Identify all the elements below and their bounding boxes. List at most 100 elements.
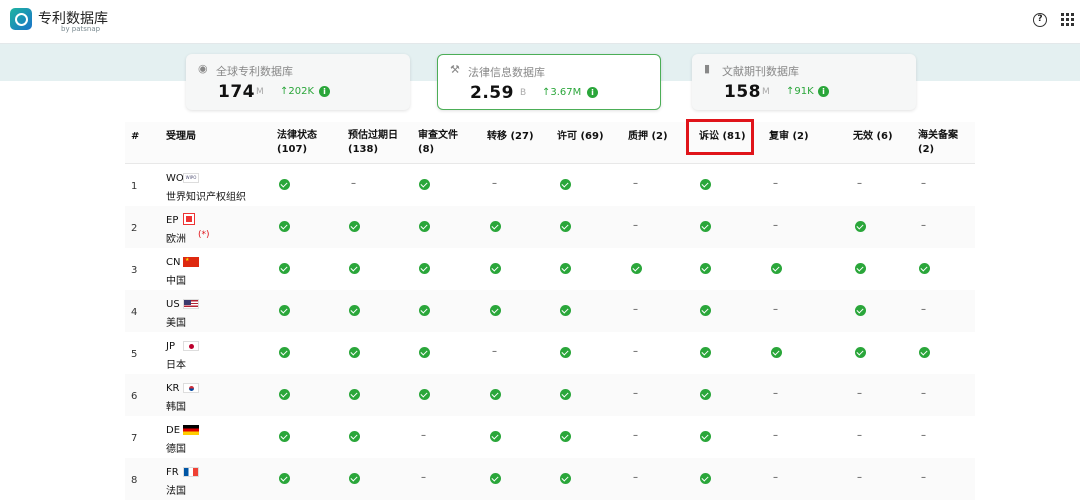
check-icon — [855, 305, 866, 316]
check-icon — [560, 179, 571, 190]
header-col-transfer: 转移 (27) — [487, 130, 534, 144]
header-col-reexam: 复审 (2) — [769, 130, 809, 144]
dash-placeholder: – — [773, 304, 778, 315]
dash-placeholder: – — [921, 178, 926, 189]
table-row[interactable]: 6 KR 韩国 – – – – — [125, 374, 975, 416]
card-unit: B — [520, 88, 527, 98]
stat-card-legal-info[interactable]: ⚒ 法律信息数据库 2.59 B ↑3.67M i — [437, 54, 661, 110]
header-label: 无效 (6) — [853, 131, 893, 142]
globe-icon: ◉ — [198, 62, 208, 75]
row-index: 2 — [131, 223, 138, 234]
dash-placeholder: – — [633, 430, 638, 441]
table-row[interactable]: 4 US 美国 – – – — [125, 290, 975, 332]
check-icon — [700, 179, 711, 190]
header-count: (138) — [348, 144, 379, 155]
header-label: 质押 (2) — [628, 131, 668, 142]
help-icon[interactable]: ? — [1033, 13, 1047, 27]
card-value: 2.59 — [470, 83, 514, 103]
dash-placeholder: – — [773, 388, 778, 399]
dash-placeholder: – — [857, 430, 862, 441]
info-icon[interactable]: i — [319, 86, 330, 97]
check-icon — [560, 389, 571, 400]
row-index: 4 — [131, 307, 138, 318]
check-icon — [349, 263, 360, 274]
office-name: 世界知识产权组织 — [166, 192, 246, 203]
office-code: EP — [166, 215, 179, 226]
check-icon — [279, 179, 290, 190]
check-icon — [560, 347, 571, 358]
dash-placeholder: – — [351, 178, 356, 189]
stat-card-literature[interactable]: ▮ 文献期刊数据库 158 M ↑91K i — [692, 54, 916, 110]
check-icon — [490, 305, 501, 316]
header-count: (8) — [418, 144, 435, 155]
card-delta: ↑202K — [280, 86, 315, 97]
check-icon — [700, 473, 711, 484]
header-col-customs: 海关备案 (2) — [918, 129, 958, 157]
info-icon[interactable]: i — [818, 86, 829, 97]
cn-flag-icon: ★ — [183, 257, 199, 267]
book-icon: ▮ — [704, 62, 711, 75]
dash-placeholder: – — [633, 178, 638, 189]
dash-placeholder: – — [421, 430, 426, 441]
check-icon — [560, 431, 571, 442]
check-icon — [279, 221, 290, 232]
dash-placeholder: – — [492, 346, 497, 357]
table-row[interactable]: 7 DE 德国 – – – – – — [125, 416, 975, 458]
check-icon — [919, 263, 930, 274]
check-icon — [771, 263, 782, 274]
header-col-office: 受理局 — [166, 130, 196, 144]
check-icon — [419, 263, 430, 274]
header-label: 法律状态 — [277, 130, 317, 141]
row-index: 8 — [131, 475, 138, 486]
office-code: WO — [166, 173, 184, 184]
check-icon — [490, 473, 501, 484]
table-row[interactable]: 5 JP 日本 – – — [125, 332, 975, 374]
check-icon — [771, 347, 782, 358]
card-label: 法律信息数据库 — [468, 66, 545, 79]
table-header: # 受理局 法律状态 (107) 预估过期日 (138) 审查文件 (8) 转移 (27) 许可 … — [125, 122, 975, 164]
card-label: 全球专利数据库 — [216, 65, 293, 78]
info-icon[interactable]: i — [587, 87, 598, 98]
check-icon — [631, 263, 642, 274]
header-label: 审查文件 — [418, 130, 458, 141]
top-bar: 专利数据库 by patsnap ? — [0, 0, 1080, 44]
table-row[interactable]: 3 CN ★ 中国 — [125, 248, 975, 290]
check-icon — [490, 431, 501, 442]
check-icon — [419, 221, 430, 232]
check-icon — [919, 347, 930, 358]
dash-placeholder: – — [773, 220, 778, 231]
header-col-expiry: 预估过期日 (138) — [348, 129, 398, 157]
check-icon — [349, 347, 360, 358]
check-icon — [349, 431, 360, 442]
check-icon — [419, 179, 430, 190]
table-row[interactable]: 8 FR 法国 – – – – – — [125, 458, 975, 500]
office-code: FR — [166, 467, 179, 478]
card-value: 158 — [724, 82, 761, 102]
dash-placeholder: – — [857, 472, 862, 483]
apps-grid-icon[interactable] — [1061, 13, 1074, 26]
check-icon — [279, 389, 290, 400]
check-icon — [279, 473, 290, 484]
header-label: 受理局 — [166, 131, 196, 142]
check-icon — [855, 263, 866, 274]
fr-flag-icon — [183, 467, 199, 477]
office-code: US — [166, 299, 180, 310]
dash-placeholder: – — [421, 472, 426, 483]
table-row[interactable]: 2 EP 欧洲 (*) – – – — [125, 206, 975, 248]
app-subtitle: by patsnap — [61, 25, 101, 33]
header-label: 预估过期日 — [348, 130, 398, 141]
row-index: 5 — [131, 349, 138, 360]
check-icon — [419, 389, 430, 400]
de-flag-icon — [183, 425, 199, 435]
table-row[interactable]: 1 WO WIPO 世界知识产权组织 – – – – – – — [125, 164, 975, 206]
stat-card-global-patents[interactable]: ◉ 全球专利数据库 174 M ↑202K i — [186, 54, 410, 110]
dash-placeholder: – — [773, 178, 778, 189]
office-note: (*) — [198, 230, 210, 240]
check-icon — [700, 347, 711, 358]
check-icon — [700, 305, 711, 316]
dash-placeholder: – — [633, 346, 638, 357]
check-icon — [349, 305, 360, 316]
card-unit: M — [762, 87, 770, 97]
app-logo-icon[interactable] — [10, 8, 32, 30]
dash-placeholder: – — [921, 430, 926, 441]
